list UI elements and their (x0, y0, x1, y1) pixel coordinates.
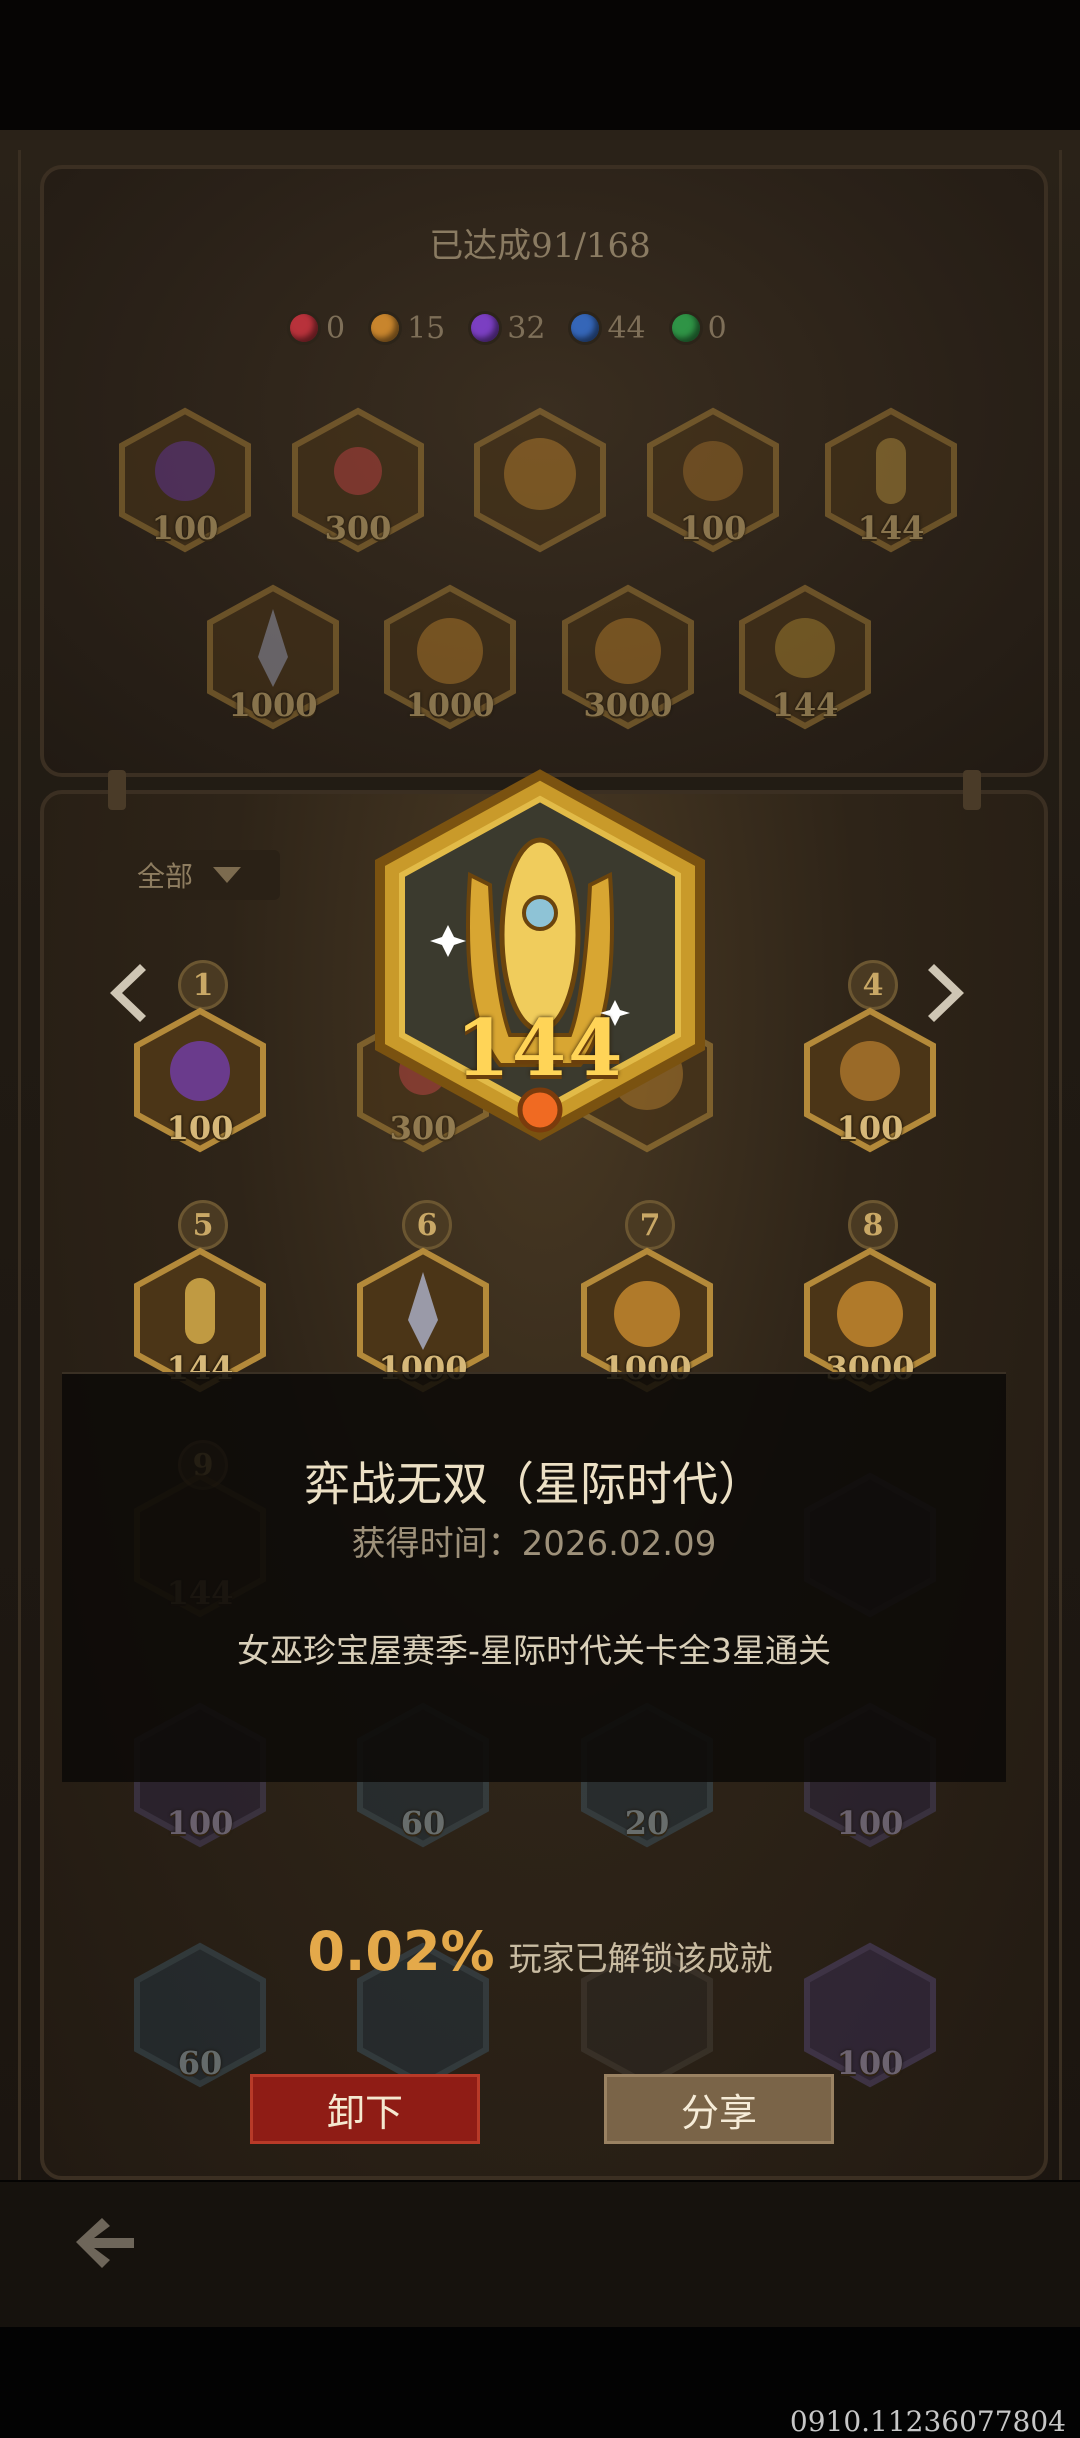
panel-hook-right (963, 770, 981, 810)
purple-gem-icon (471, 314, 500, 342)
share-button[interactable]: 分享 (604, 2074, 834, 2144)
equipped-badge-8[interactable]: 3000 (553, 582, 703, 732)
unlock-stat: 0.02% 玩家已解锁该成就 (0, 1920, 1080, 1983)
equipped-badge-7[interactable]: 1000 (375, 582, 525, 732)
orange-gem-icon (371, 314, 400, 342)
chevron-down-icon (213, 867, 241, 883)
slot-number: 7 (625, 1200, 675, 1250)
rarity-count-red: 0 (290, 311, 345, 346)
slot-number: 5 (178, 1200, 228, 1250)
unequip-button[interactable]: 卸下 (250, 2074, 480, 2144)
rarity-count-green: 0 (671, 311, 727, 346)
back-arrow-icon (76, 2218, 134, 2268)
unlock-label: 玩家已解锁该成就 (508, 1939, 773, 1978)
equipped-badge-6[interactable]: 1000 (198, 582, 348, 732)
version-label: 0910.11236077804 (789, 2405, 1066, 2438)
equipped-badge-1[interactable]: 100 (110, 405, 260, 555)
equipped-badge-3[interactable] (465, 405, 615, 555)
featured-badge: 144 (350, 765, 730, 1145)
top-letterbox (0, 0, 1080, 130)
slot-number: 1 (178, 960, 228, 1010)
rarity-count-orange: 15 (371, 311, 445, 346)
blue-gem-icon (571, 314, 600, 342)
bottom-bar (0, 2182, 1080, 2327)
rarity-count-blue: 44 (571, 311, 646, 346)
equipped-badge-5[interactable]: 144 (816, 405, 966, 555)
obtained-time: 获得时间：2026.02.09 (351, 1524, 717, 1564)
slot-number: 4 (848, 960, 898, 1010)
filter-dropdown[interactable]: 全部 (98, 850, 280, 900)
red-gem-icon (290, 314, 318, 342)
achievement-detail-panel (62, 1372, 1006, 1782)
equipped-badge-9[interactable]: 144 (730, 582, 880, 732)
slot-number: 6 (402, 1200, 452, 1250)
green-gem-icon (671, 314, 700, 342)
achievement-title: 弈战无双（星际时代） (304, 1457, 764, 1511)
grid-badge[interactable]: 100 (125, 1005, 275, 1155)
unlock-percent: 0.02% (307, 1920, 495, 1983)
achievement-description: 女巫珍宝屋赛季-星际时代关卡全3星通关 (237, 1631, 831, 1670)
rarity-counts: 0 15 32 44 0 (290, 308, 810, 348)
equipped-badge-2[interactable]: 300 (283, 405, 433, 555)
panel-hook-left (108, 770, 126, 810)
equipped-badge-4[interactable]: 100 (638, 405, 788, 555)
slot-number: 8 (848, 1200, 898, 1250)
achievement-progress: 已达成91/168 (429, 226, 651, 266)
grid-badge[interactable]: 100 (795, 1005, 945, 1155)
back-button[interactable] (70, 2212, 140, 2272)
rarity-count-purple: 32 (471, 311, 545, 346)
